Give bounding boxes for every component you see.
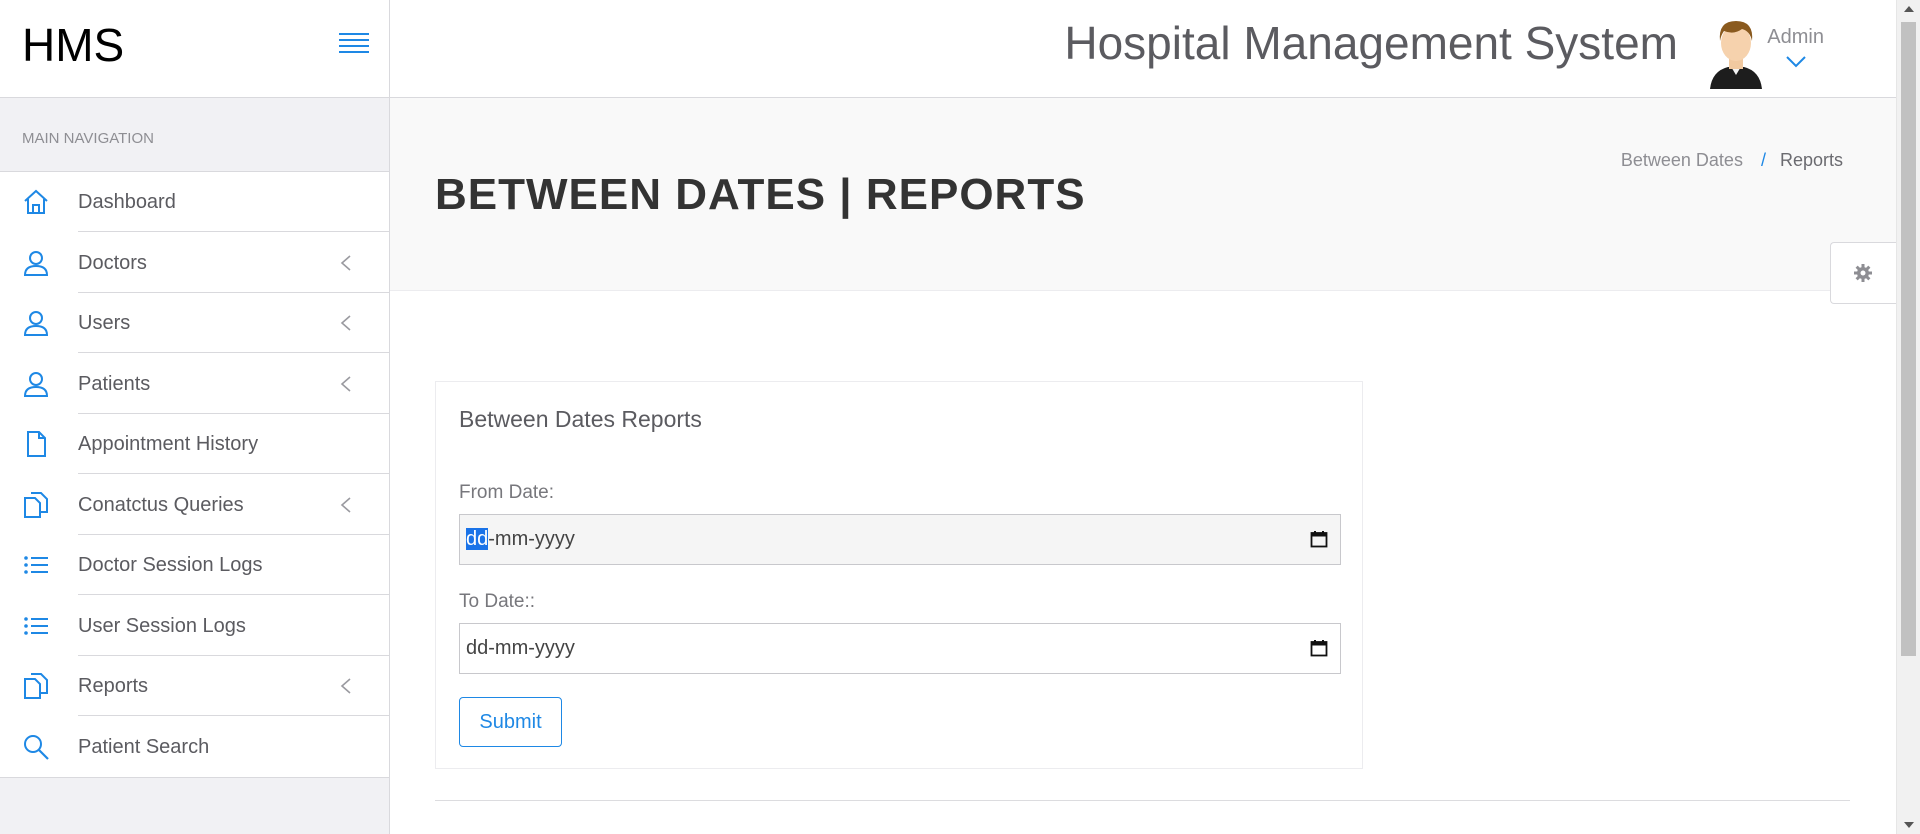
gear-icon <box>1854 264 1872 282</box>
chevron-left-icon <box>340 496 351 513</box>
main-navigation: Dashboard Doctors Users Patients Appointment… <box>0 172 389 778</box>
from-date-value: dd-mm-yyyy <box>466 528 575 551</box>
file-icon <box>27 431 46 457</box>
chevron-left-icon <box>340 254 351 271</box>
menu-toggle-icon[interactable] <box>339 33 369 57</box>
files-icon <box>24 673 48 699</box>
to-date-value: dd-mm-yyyy <box>466 637 575 659</box>
sidebar-item-doctors[interactable]: Doctors <box>0 233 389 294</box>
panel-title: Between Dates Reports <box>459 406 702 432</box>
list-icon <box>24 616 48 635</box>
breadcrumb-separator: / <box>1760 150 1766 170</box>
sidebar-item-label: Doctor Session Logs <box>78 535 389 595</box>
sidebar-item-reports[interactable]: Reports <box>0 656 389 717</box>
calendar-icon[interactable] <box>1310 639 1328 657</box>
top-header: Hospital Management System Admin <box>390 0 1896 98</box>
page-title: BETWEEN DATES | REPORTS <box>435 170 1086 219</box>
sidebar-item-user-session-logs[interactable]: User Session Logs <box>0 596 389 657</box>
app-title: Hospital Management System <box>1064 17 1678 69</box>
home-icon <box>24 189 48 214</box>
nav-heading: MAIN NAVIGATION <box>0 98 389 172</box>
sidebar-item-label: Patient Search <box>78 735 210 758</box>
sidebar-item-label: Dashboard <box>78 172 389 232</box>
scroll-up-arrow-icon[interactable] <box>1904 6 1914 12</box>
page-scrollbar[interactable] <box>1896 0 1920 834</box>
section-divider <box>435 800 1850 801</box>
user-icon <box>23 371 49 397</box>
user-icon <box>23 311 49 336</box>
sidebar-item-users[interactable]: Users <box>0 293 389 354</box>
sidebar-item-conatctus-queries[interactable]: Conatctus Queries <box>0 475 389 536</box>
from-date-label: From Date: <box>459 482 555 503</box>
chevron-left-icon <box>340 375 351 392</box>
brand-logo-text[interactable]: HMS <box>22 18 124 72</box>
sidebar-item-dashboard[interactable]: Dashboard <box>0 172 389 233</box>
chevron-left-icon <box>340 315 351 331</box>
page-title-band: BETWEEN DATES | REPORTS Between Dates / Re… <box>390 98 1896 291</box>
breadcrumb-item-reports: Reports <box>1779 150 1843 170</box>
calendar-icon[interactable] <box>1310 530 1328 548</box>
user-icon <box>23 250 49 276</box>
settings-toggle[interactable] <box>1830 242 1896 304</box>
sidebar: HMS MAIN NAVIGATION Dashboard Doctors User… <box>0 0 390 834</box>
admin-menu-label[interactable]: Admin <box>1767 26 1824 49</box>
files-icon <box>24 491 48 518</box>
from-date-day-segment[interactable]: dd <box>466 528 489 550</box>
sidebar-item-label: Appointment History <box>78 414 389 474</box>
sidebar-item-appointment-history[interactable]: Appointment History <box>0 414 389 475</box>
chevron-down-icon[interactable] <box>1785 54 1807 68</box>
to-date-input[interactable]: dd-mm-yyyy <box>459 623 1341 674</box>
scroll-thumb[interactable] <box>1901 22 1916 656</box>
from-date-rest: -mm-yyyy <box>488 528 575 550</box>
submit-button[interactable]: Submit <box>459 697 562 747</box>
to-date-label: To Date:: <box>459 591 536 612</box>
breadcrumb-item-between-dates[interactable]: Between Dates <box>1621 150 1743 170</box>
breadcrumb: Between Dates / Reports <box>1621 150 1843 171</box>
brand-bar: HMS <box>0 0 389 98</box>
list-icon <box>24 556 48 574</box>
sidebar-item-label: User Session Logs <box>78 596 389 656</box>
chevron-left-icon <box>340 678 351 694</box>
from-date-input[interactable]: dd-mm-yyyy <box>459 514 1341 565</box>
sidebar-item-patients[interactable]: Patients <box>0 354 389 415</box>
report-form-panel: Between Dates Reports From Date: dd-mm-y… <box>435 381 1363 769</box>
sidebar-item-patient-search[interactable]: Patient Search <box>0 717 389 778</box>
sidebar-item-doctor-session-logs[interactable]: Doctor Session Logs <box>0 535 389 596</box>
scroll-down-arrow-icon[interactable] <box>1904 822 1914 828</box>
search-icon <box>24 734 49 760</box>
avatar[interactable] <box>1706 15 1766 89</box>
